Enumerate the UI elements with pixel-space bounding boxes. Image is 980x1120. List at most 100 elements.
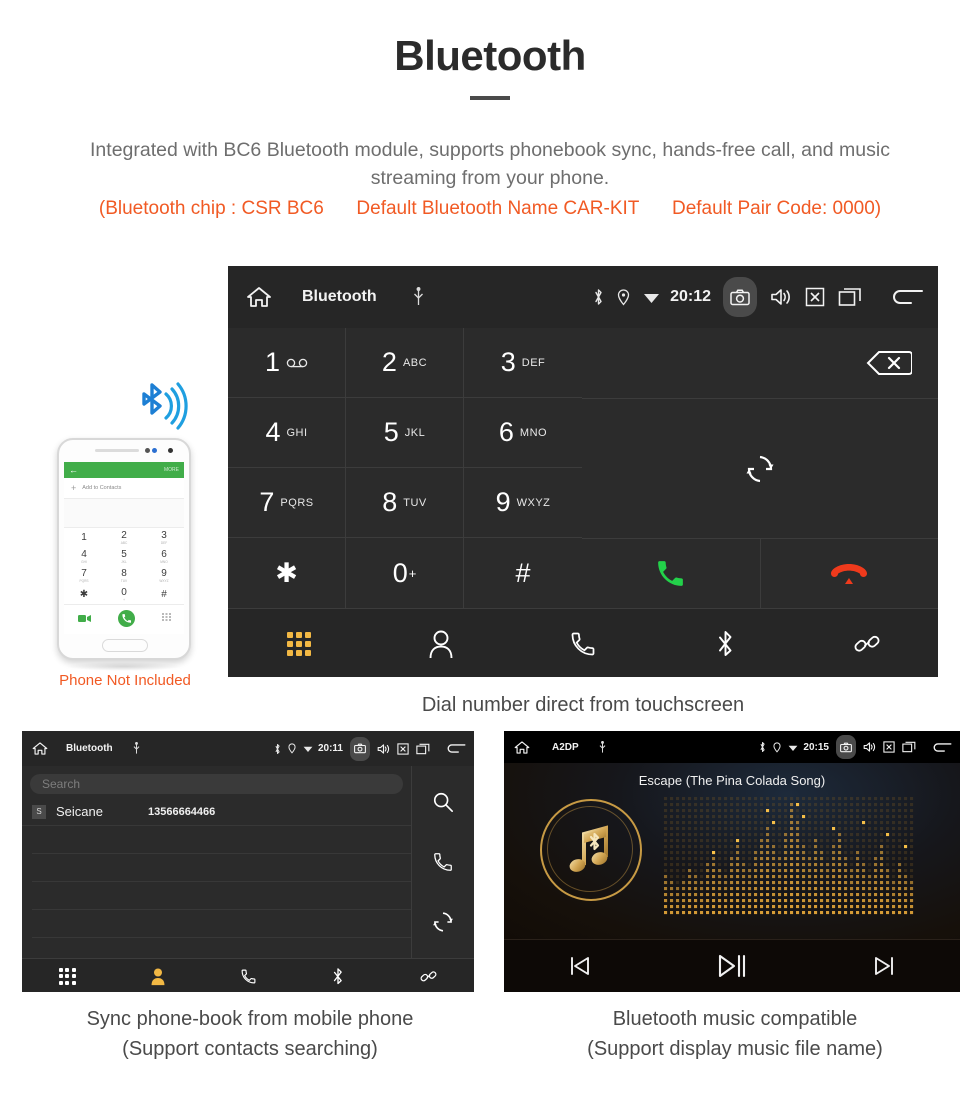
key-2[interactable]: 2 ABC [346, 328, 464, 398]
backspace-icon[interactable] [866, 350, 912, 376]
next-button[interactable] [808, 955, 960, 977]
phone-speaker [95, 449, 139, 452]
search-icon[interactable] [432, 791, 454, 813]
dialer-status-bar: Bluetooth 20:12 [228, 266, 938, 328]
key-0[interactable]: 0 + [346, 538, 464, 608]
call-log-tab[interactable] [512, 630, 654, 658]
phone-key-letters: WXYZ [159, 578, 169, 583]
bluetooth-icon [593, 288, 604, 306]
search-input[interactable]: Search [30, 774, 403, 794]
phonebook-clock: 20:11 [317, 743, 343, 754]
key-letters: TUV [403, 496, 427, 509]
contact-row[interactable]: S Seicane 13566664466 [22, 798, 411, 826]
back-icon[interactable] [447, 742, 466, 755]
phone-not-included-label: Phone Not Included [59, 672, 191, 689]
pair-tab[interactable] [384, 967, 474, 986]
call-button[interactable] [582, 539, 761, 608]
video-call-icon [77, 614, 91, 623]
key-digit: 2 [381, 347, 397, 377]
recents-icon[interactable] [838, 287, 862, 307]
dialer-keypad: 1 2 ABC 3 DEF 4 GHI 5 JKL 6 MNO 7 PQRS 8 TUV 9W… [228, 328, 582, 608]
pair-tab[interactable] [796, 629, 938, 659]
key-7[interactable]: 7 PQRS [228, 468, 346, 538]
contacts-icon [150, 967, 166, 986]
volume-icon[interactable] [770, 287, 792, 307]
dialer-screenshot: Bluetooth 20:12 1 2 ABC 3 DEF 4 GHI 5 JK… [228, 266, 938, 677]
key-letters: MNO [519, 426, 548, 439]
dialer-right-column [582, 328, 938, 608]
phone-key-letters: MNO [160, 559, 168, 564]
key-digit: 1 [264, 347, 281, 377]
key-digit: 4 [265, 417, 281, 447]
close-icon[interactable] [397, 742, 409, 755]
home-icon[interactable] [514, 740, 530, 755]
dialer-navbar [228, 608, 938, 677]
key-6[interactable]: 6 MNO [464, 398, 582, 468]
phone-home-button [102, 639, 148, 652]
bluetooth-tab[interactable] [654, 629, 796, 659]
key-1[interactable]: 1 [228, 328, 346, 398]
contact-row-empty [32, 910, 411, 938]
key-digit: 5 [383, 417, 399, 447]
sync-icon[interactable] [432, 911, 454, 933]
previous-button[interactable] [504, 955, 656, 977]
key-hash[interactable]: # [464, 538, 582, 608]
usb-icon [133, 742, 140, 755]
phone-screen: ← MORE + Add to Contacts 1 2 ABC 3 DEF 4 GH… [64, 462, 184, 634]
call-log-tab[interactable] [203, 968, 293, 985]
phone-key: 6 MNO [144, 547, 184, 566]
phone-key: 5 JKL [104, 547, 144, 566]
usb-icon [413, 287, 424, 307]
key-digit: 8 [382, 487, 398, 517]
phone-key-letters: GHI [81, 559, 87, 564]
phone-key: 3 DEF [144, 528, 184, 547]
title-divider [470, 96, 510, 100]
close-icon[interactable] [805, 287, 825, 307]
number-display-row [582, 328, 938, 399]
key-letters: ABC [402, 356, 428, 369]
home-icon[interactable] [246, 285, 272, 309]
contacts-tab[interactable] [370, 629, 512, 659]
camera-icon[interactable] [723, 277, 757, 317]
dialer-clock: 20:12 [670, 288, 711, 305]
usb-icon [599, 740, 606, 754]
phone-key-letters: ABC [120, 540, 128, 545]
back-icon[interactable] [892, 286, 924, 308]
phone-key: 9 WXYZ [144, 566, 184, 585]
key-4[interactable]: 4 GHI [228, 398, 346, 468]
phone-key-digit: 3 [161, 529, 167, 541]
key-letters: PQRS [280, 496, 314, 509]
key-3[interactable]: 3 DEF [464, 328, 582, 398]
close-icon[interactable] [883, 741, 895, 753]
back-icon[interactable] [933, 741, 952, 754]
bluetooth-tab[interactable] [293, 967, 383, 986]
location-icon [617, 288, 630, 306]
key-star[interactable]: ✱ [228, 538, 346, 608]
link-icon [419, 967, 438, 986]
sync-row [582, 399, 938, 539]
wifi-icon [788, 743, 798, 752]
keypad-tab[interactable] [228, 631, 370, 656]
camera-icon[interactable] [836, 735, 856, 759]
spec-pair-code: Default Pair Code: 0000) [671, 198, 882, 219]
camera-icon[interactable] [350, 736, 370, 761]
call-icon[interactable] [432, 851, 454, 873]
phone-key-digit: 9 [161, 567, 167, 579]
key-9[interactable]: 9 WXYZ [464, 468, 582, 538]
home-icon[interactable] [32, 741, 48, 756]
recents-icon[interactable] [416, 743, 430, 755]
sync-icon[interactable] [745, 454, 775, 484]
contacts-tab[interactable] [112, 967, 202, 986]
recents-icon[interactable] [902, 741, 916, 753]
play-pause-button[interactable] [656, 953, 808, 979]
volume-icon[interactable] [863, 741, 876, 753]
key-5[interactable]: 5 JKL [346, 398, 464, 468]
key-8[interactable]: 8 TUV [346, 468, 464, 538]
hangup-button[interactable] [761, 539, 939, 608]
volume-icon[interactable] [377, 743, 390, 755]
phone-device: ← MORE + Add to Contacts 1 2 ABC 3 DEF 4 GH… [57, 438, 191, 660]
voicemail-icon [286, 358, 308, 368]
music-caption-line1: Bluetooth music compatible [612, 1008, 858, 1030]
phone-more-label: MORE [164, 467, 179, 473]
keypad-tab[interactable] [22, 967, 112, 985]
